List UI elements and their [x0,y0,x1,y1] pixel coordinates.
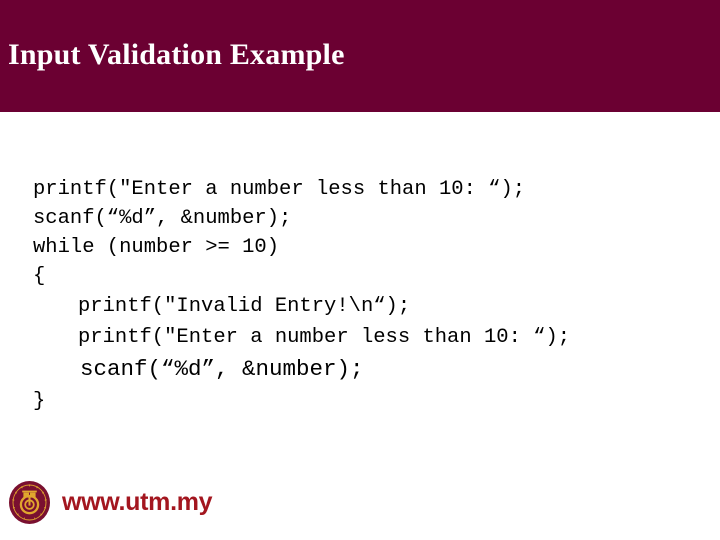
code-line: { [33,265,46,288]
code-line: printf("Enter a number less than 10: “); [78,326,571,349]
code-line: scanf(“%d”, &number); [80,356,364,382]
code-line: printf("Enter a number less than 10: “); [33,178,526,201]
code-line: printf("Invalid Entry!\n“); [78,295,411,318]
page-title: Input Validation Example [8,38,345,71]
slide-footer: www.utm.my [0,470,720,540]
code-line: scanf(“%d”, &number); [33,207,292,230]
code-line: while (number >= 10) [33,236,280,259]
utm-seal-logo-icon [7,480,52,525]
code-line: } [33,390,46,413]
footer-url-text: www.utm.my [62,488,213,516]
code-block: printf("Enter a number less than 10: “);… [0,112,720,442]
